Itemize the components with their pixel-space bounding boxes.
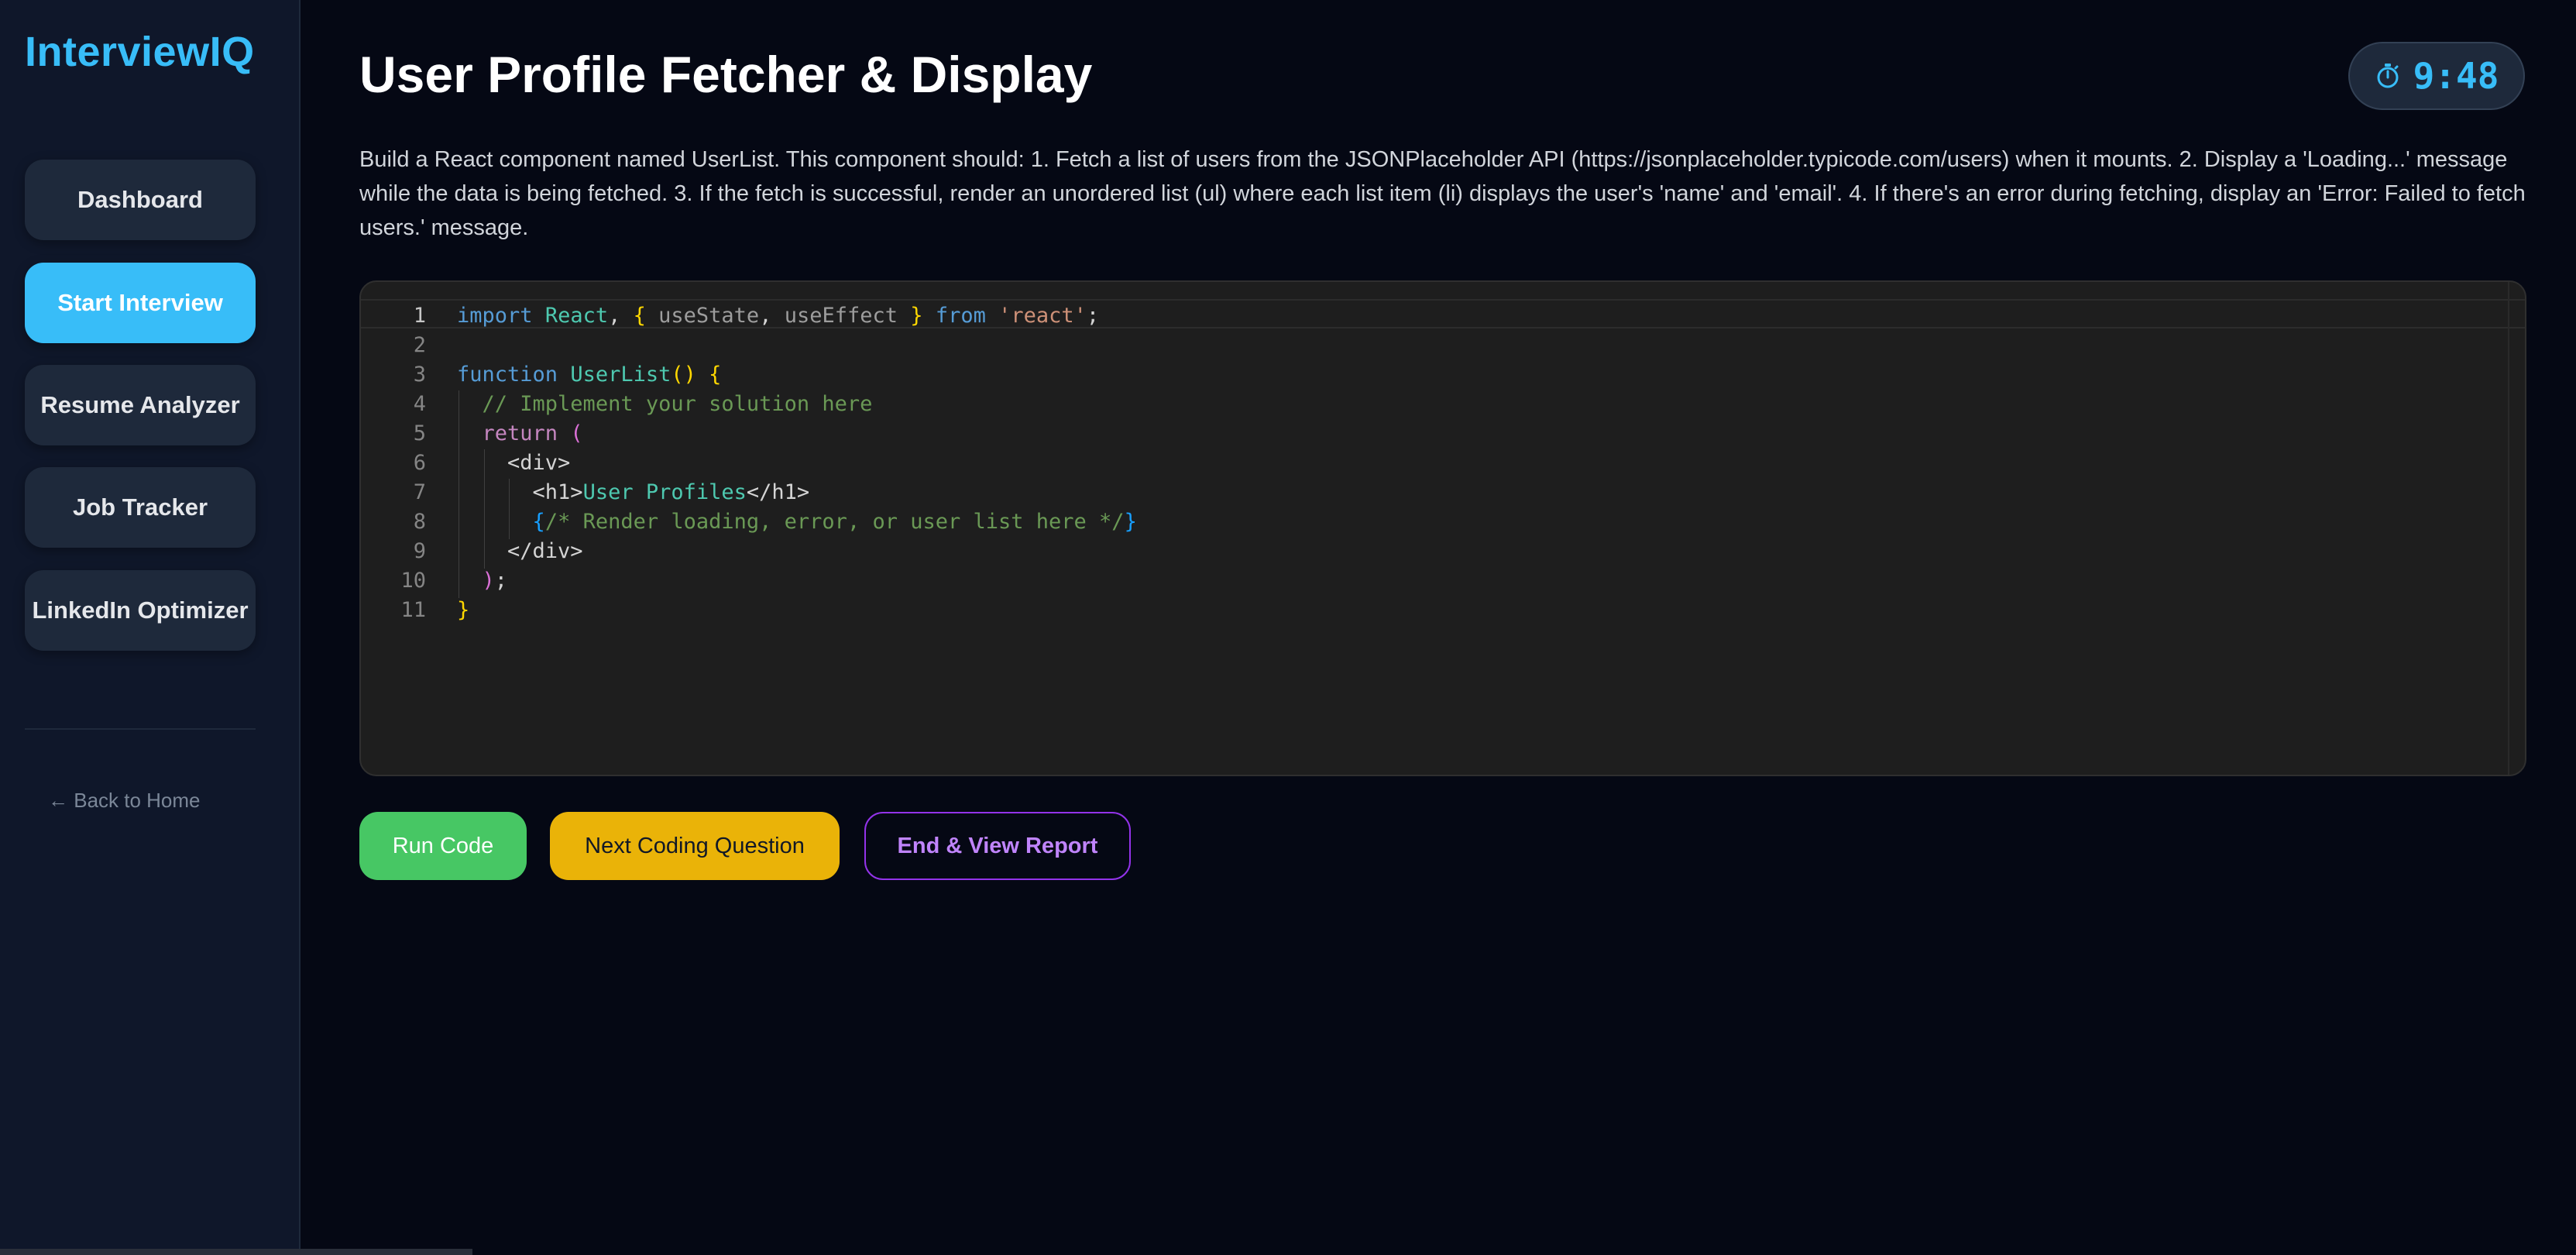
code-line[interactable]: 3 function UserList() { xyxy=(361,359,722,389)
line-number: 4 xyxy=(413,391,426,416)
sidebar-item-start-interview[interactable]: Start Interview xyxy=(25,263,256,343)
sidebar-divider xyxy=(25,728,256,730)
line-number: 2 xyxy=(413,332,426,357)
code-line[interactable]: 7 <h1>User Profiles</h1> xyxy=(361,477,809,510)
line-number: 6 xyxy=(413,450,426,475)
question-description: Build a React component named UserList. … xyxy=(359,147,2526,240)
code-text[interactable]: return ( xyxy=(457,419,583,451)
code-text[interactable]: ); xyxy=(457,566,507,598)
code-text[interactable]: <h1>User Profiles</h1> xyxy=(457,478,809,510)
editor-scrollbar[interactable] xyxy=(2508,282,2525,775)
code-line[interactable]: 11 } xyxy=(361,595,469,624)
main-content: User Profile Fetcher & Display 9:48 Buil… xyxy=(301,0,2576,1255)
stopwatch-icon xyxy=(2375,63,2401,89)
end-view-report-button[interactable]: End & View Report xyxy=(864,812,1131,880)
timer-badge: 9:48 xyxy=(2348,42,2525,110)
app-logo[interactable]: InterviewIQ xyxy=(25,28,255,76)
code-line[interactable]: 4 // Implement your solution here xyxy=(361,389,872,421)
code-line[interactable]: 5 return ( xyxy=(361,418,583,451)
line-number: 11 xyxy=(400,597,426,622)
code-text[interactable]: } xyxy=(457,598,469,622)
code-text[interactable]: {/* Render loading, error, or user list … xyxy=(457,507,1137,539)
code-text[interactable]: function UserList() { xyxy=(457,363,721,387)
code-line[interactable]: 9 </div> xyxy=(361,536,583,569)
sidebar-item-job-tracker[interactable]: Job Tracker xyxy=(25,467,256,548)
line-number: 7 xyxy=(413,480,426,504)
line-number: 9 xyxy=(413,538,426,563)
code-text[interactable]: <div> xyxy=(457,449,570,480)
code-text[interactable]: // Implement your solution here xyxy=(457,390,872,421)
timer-value: 9:48 xyxy=(2413,55,2499,97)
code-editor[interactable]: 1 import React, { useState, useEffect } … xyxy=(359,280,2526,776)
code-text[interactable]: </div> xyxy=(457,537,583,569)
line-number: 1 xyxy=(413,303,426,328)
next-question-button[interactable]: Next Coding Question xyxy=(550,812,840,880)
code-line[interactable]: 6 <div> xyxy=(361,448,570,480)
sidebar-item-resume-analyzer[interactable]: Resume Analyzer xyxy=(25,365,256,445)
code-line[interactable]: 8 {/* Render loading, error, or user lis… xyxy=(361,507,1137,539)
sidebar-item-linkedin-optimizer[interactable]: LinkedIn Optimizer xyxy=(25,570,256,651)
run-code-button[interactable]: Run Code xyxy=(359,812,527,880)
back-to-home-link[interactable]: ← Back to Home xyxy=(48,789,201,813)
code-line[interactable]: 10 ); xyxy=(361,566,507,598)
sidebar-item-dashboard[interactable]: Dashboard xyxy=(25,160,256,240)
code-line[interactable]: 1 import React, { useState, useEffect } … xyxy=(361,301,1099,330)
line-number: 5 xyxy=(413,421,426,445)
line-number: 8 xyxy=(413,509,426,534)
page-title: User Profile Fetcher & Display xyxy=(359,46,1093,103)
line-number: 3 xyxy=(413,362,426,387)
sidebar: InterviewIQ Dashboard Start Interview Re… xyxy=(0,0,472,1255)
line-number: 10 xyxy=(400,568,426,593)
code-text[interactable]: import React, { useState, useEffect } fr… xyxy=(457,304,1099,328)
code-line[interactable]: 2 xyxy=(361,330,457,359)
